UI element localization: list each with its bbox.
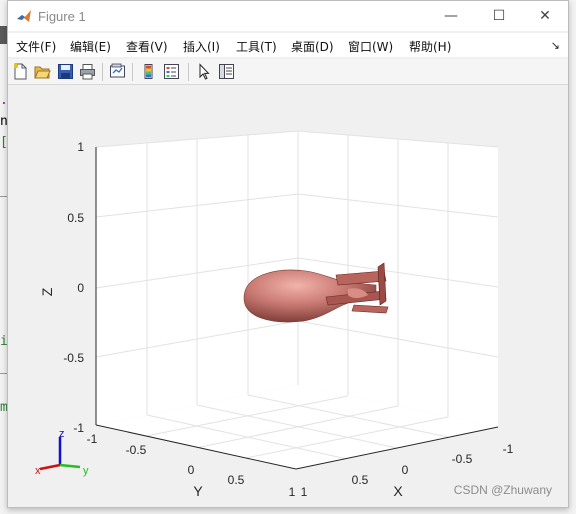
menu-file[interactable]: 文件(F) xyxy=(16,38,56,55)
z-tick-label: 0.5 xyxy=(67,211,84,225)
link-plot-icon[interactable] xyxy=(109,63,126,80)
insert-legend-icon[interactable] xyxy=(163,63,180,80)
toolbar-separator xyxy=(188,63,189,81)
menu-help[interactable]: 帮助(H) xyxy=(409,38,451,55)
z-tick-label: 1 xyxy=(77,140,84,154)
window-title: Figure 1 xyxy=(38,9,86,24)
x-tick-label: -0.5 xyxy=(452,452,473,466)
y-tick-label: -1 xyxy=(87,432,98,446)
menu-window[interactable]: 窗口(W) xyxy=(348,38,393,55)
insert-colorbar-icon[interactable] xyxy=(140,63,157,80)
axes-3d[interactable]: 1 0.5 0 -0.5 -1 Z -1 -0.5 0 0.5 1 Y 1 0.… xyxy=(8,85,568,507)
matlab-logo-icon xyxy=(17,10,31,22)
triad-z-label: z xyxy=(59,428,65,440)
minimize-button[interactable]: — xyxy=(428,1,474,31)
print-icon[interactable] xyxy=(79,63,96,80)
x-tick-label: 1 xyxy=(301,485,308,499)
pointer-icon[interactable] xyxy=(196,63,213,80)
x-tick-label: -1 xyxy=(503,442,514,456)
triad-x-label: x xyxy=(35,465,41,477)
dock-arrow-icon[interactable]: ↘ xyxy=(551,39,560,52)
close-button[interactable]: ✕ xyxy=(522,1,568,31)
maximize-button[interactable]: ☐ xyxy=(476,1,522,31)
open-file-icon[interactable] xyxy=(34,63,51,80)
y-axis-label: Y xyxy=(193,483,203,499)
toolbar-separator xyxy=(102,63,103,81)
toolbar-separator xyxy=(132,63,133,81)
menu-edit[interactable]: 编辑(E) xyxy=(70,38,111,55)
menu-desktop[interactable]: 桌面(D) xyxy=(291,38,334,55)
y-tick-label: 0.5 xyxy=(228,473,245,487)
x-axis-label: X xyxy=(393,483,403,499)
triad-y-label: y xyxy=(83,465,89,477)
menu-insert[interactable]: 插入(I) xyxy=(183,38,220,55)
save-icon[interactable] xyxy=(57,63,74,80)
title-bar[interactable]: Figure 1 — ☐ ✕ xyxy=(8,1,568,31)
z-tick-label: 0 xyxy=(77,281,84,295)
menu-bar: 文件(F) 编辑(E) 查看(V) 插入(I) 工具(T) 桌面(D) 窗口(W… xyxy=(8,33,568,57)
figure-canvas: 1 0.5 0 -0.5 -1 Z -1 -0.5 0 0.5 1 Y 1 0.… xyxy=(8,85,568,507)
menu-tools[interactable]: 工具(T) xyxy=(236,38,277,55)
figure-toolbar xyxy=(8,59,568,85)
menu-view[interactable]: 查看(V) xyxy=(126,38,168,55)
property-inspector-icon[interactable] xyxy=(218,63,235,80)
figure-window: Figure 1 — ☐ ✕ 文件(F) 编辑(E) 查看(V) 插入(I) 工… xyxy=(7,0,569,508)
z-tick-label: -0.5 xyxy=(63,351,84,365)
y-tick-label: 1 xyxy=(289,485,296,499)
new-figure-icon[interactable] xyxy=(12,63,29,80)
z-tick-label: -1 xyxy=(73,421,84,435)
z-axis-label: Z xyxy=(39,287,55,296)
y-tick-label: -0.5 xyxy=(126,443,147,457)
x-tick-label: 0 xyxy=(402,463,409,477)
y-tick-label: 0 xyxy=(188,463,195,477)
x-tick-label: 0.5 xyxy=(352,473,369,487)
watermark: CSDN @Zhuwany xyxy=(453,483,552,497)
orientation-triad: z x y xyxy=(35,428,89,477)
